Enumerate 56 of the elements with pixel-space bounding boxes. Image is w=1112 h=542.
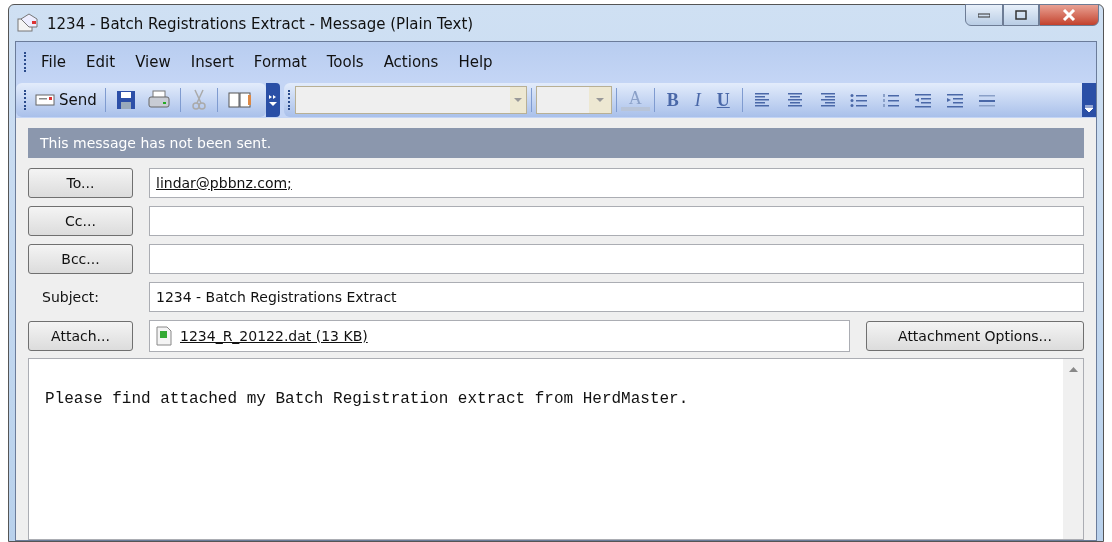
italic-format-button[interactable]: I xyxy=(686,86,709,114)
attachment-link[interactable]: 1234_R_20122.dat (13 KB) xyxy=(180,325,368,347)
minimize-icon xyxy=(978,12,990,18)
underline-format-button[interactable]: U xyxy=(708,86,738,114)
toolbar-overflow-button[interactable] xyxy=(265,83,280,117)
send-button[interactable]: Send xyxy=(31,88,101,112)
minimize-button[interactable] xyxy=(965,4,1003,26)
book-icon[interactable] xyxy=(227,91,252,109)
toolbar-overflow-button[interactable] xyxy=(1082,83,1096,117)
recipient-field[interactable] xyxy=(149,244,1084,274)
recipient-button[interactable]: Cc... xyxy=(28,206,133,236)
scrollbar[interactable] xyxy=(1063,359,1083,539)
recipient-field[interactable] xyxy=(149,206,1084,236)
close-button[interactable] xyxy=(1039,4,1099,26)
bold-format-button[interactable]: B xyxy=(658,86,687,114)
menu-item[interactable]: File xyxy=(31,50,77,74)
text-spacing-icon[interactable] xyxy=(976,92,997,108)
recipient-field[interactable]: lindar@pbbnz.com; xyxy=(149,168,1084,198)
window-title: 1234 - Batch Registrations Extract - Message (Plain Text) xyxy=(47,14,474,35)
recipient-button[interactable]: To... xyxy=(28,168,133,198)
save-icon[interactable] xyxy=(115,90,136,110)
menu-item[interactable]: Edit xyxy=(76,50,126,74)
chevron-icon xyxy=(268,93,277,107)
message-body[interactable]: Please find attached my Batch Registration extract from HerdMaster. xyxy=(28,358,1084,540)
grip-icon xyxy=(24,52,27,72)
maximize-button[interactable] xyxy=(1003,4,1039,26)
menu-item[interactable]: Format xyxy=(243,50,317,74)
grip-icon xyxy=(24,90,27,110)
bullet-list-icon[interactable] xyxy=(848,92,869,108)
scroll-up-arrow-icon xyxy=(1068,367,1078,372)
envelope-icon xyxy=(35,94,55,106)
print-icon[interactable] xyxy=(147,90,170,110)
menu-item[interactable]: Insert xyxy=(180,50,244,74)
subject-label: Subject: xyxy=(41,287,101,307)
menu-item[interactable]: Help xyxy=(448,50,503,74)
body-text: Please find attached my Batch Registration extract from HerdMaster. xyxy=(44,389,690,410)
subject-field[interactable]: 1234 - Batch Registrations Extract xyxy=(149,282,1084,312)
menu-item[interactable]: Tools xyxy=(316,50,374,74)
decrease-indent-icon[interactable] xyxy=(912,92,933,108)
increase-indent-icon[interactable] xyxy=(944,92,965,108)
close-icon xyxy=(1062,9,1076,21)
attach-button[interactable]: Attach... xyxy=(28,321,133,351)
menu-item[interactable]: Actions xyxy=(373,50,449,74)
dropdown-arrow-icon xyxy=(513,98,522,102)
envelope-icon xyxy=(17,13,39,33)
file-icon xyxy=(156,326,172,346)
maximize-icon xyxy=(1015,10,1027,20)
recipient-button[interactable]: Bcc... xyxy=(28,244,133,274)
dropdown-arrow-icon xyxy=(595,98,604,102)
numbered-list-icon[interactable] xyxy=(880,92,901,108)
info-bar: This message has not been sent. xyxy=(28,128,1084,158)
menu-item[interactable]: View xyxy=(125,50,181,74)
chevron-icon xyxy=(1085,105,1093,113)
recipient-link[interactable]: lindar@pbbnz.com; xyxy=(156,172,292,194)
grip-icon xyxy=(287,90,291,110)
attachment-options-button[interactable]: Attachment Options... xyxy=(866,321,1084,351)
